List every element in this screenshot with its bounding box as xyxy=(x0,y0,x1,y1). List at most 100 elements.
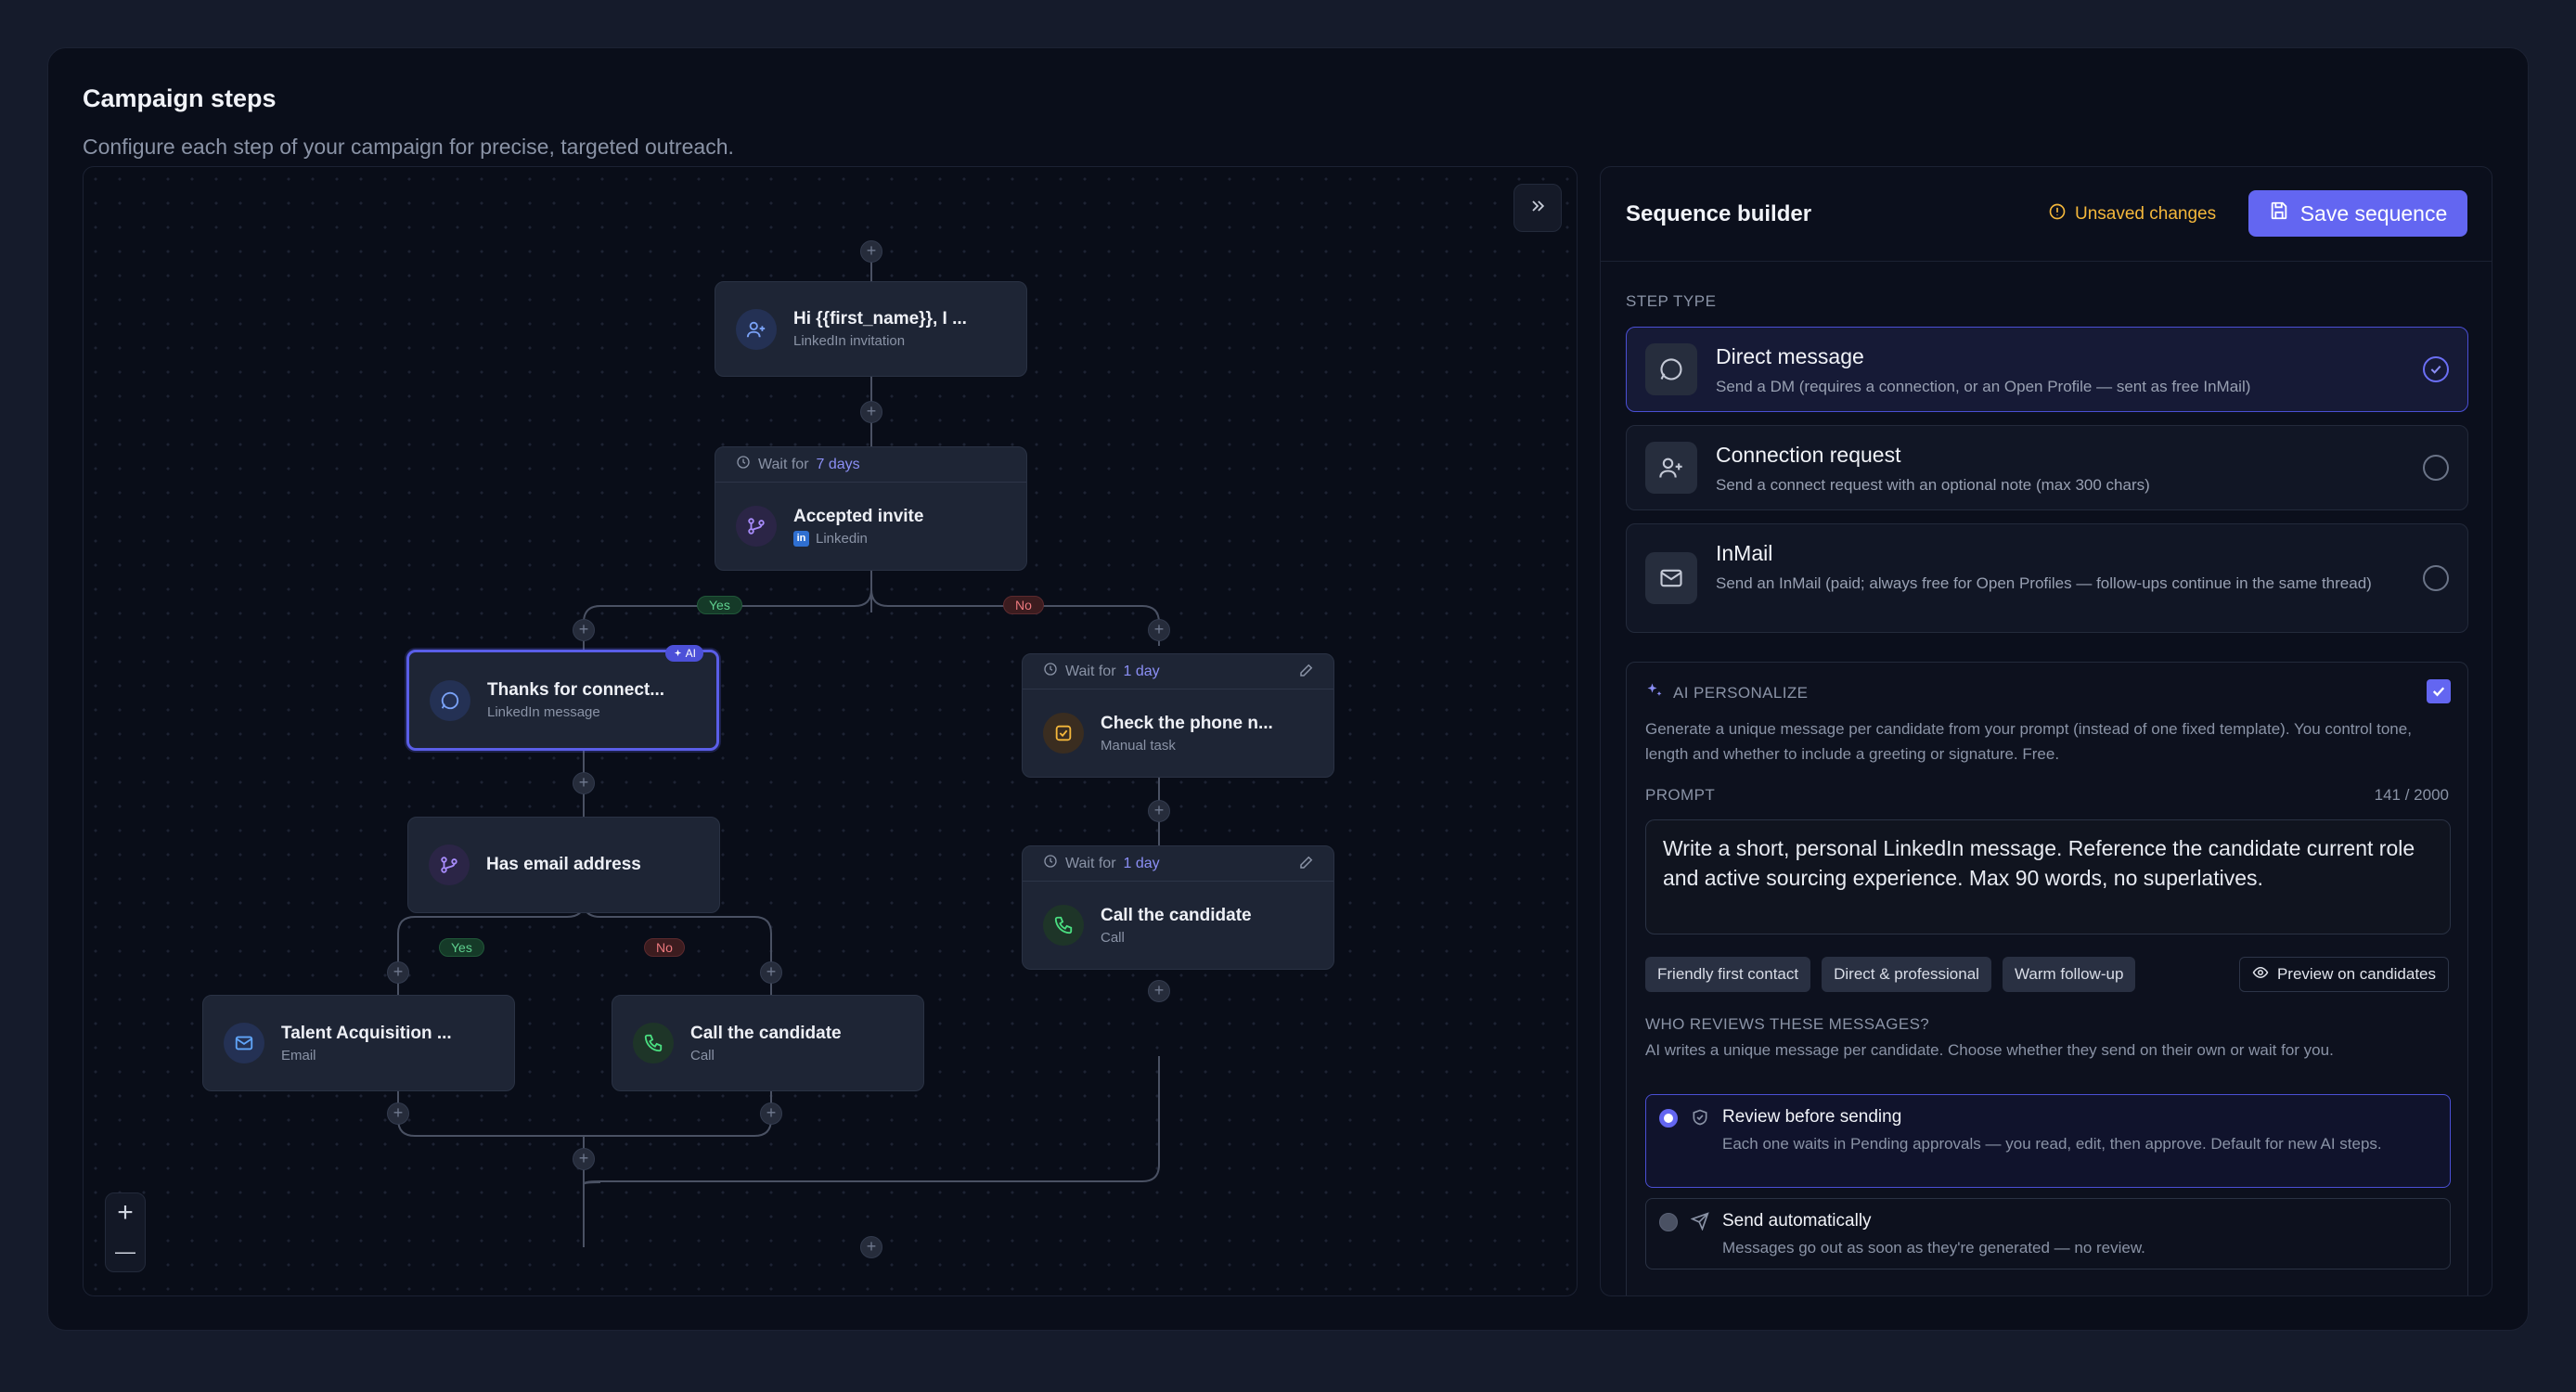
step-type-title: Connection request xyxy=(1716,443,1901,467)
clock-icon xyxy=(1043,662,1058,681)
phone-icon xyxy=(633,1023,674,1063)
add-step-button[interactable]: + xyxy=(760,1102,782,1125)
step-type-connection-request[interactable]: Connection request Send a connect reques… xyxy=(1626,425,2468,510)
add-step-button[interactable]: + xyxy=(387,1102,409,1125)
prompt-label: PROMPT xyxy=(1645,786,1716,804)
node-title: Has email address xyxy=(486,855,641,874)
ai-badge-label: AI xyxy=(685,647,696,660)
node-title: Thanks for connect... xyxy=(487,680,665,700)
add-step-button[interactable]: + xyxy=(760,961,782,984)
step-type-desc: Send an InMail (paid; always free for Op… xyxy=(1716,574,2372,592)
flow-canvas[interactable]: + Hi {{first_name}}, I ... LinkedIn invit… xyxy=(83,166,1578,1296)
sparkles-icon xyxy=(1645,681,1664,704)
unsaved-indicator: Unsaved changes xyxy=(2048,202,2216,226)
message-icon xyxy=(430,679,470,721)
node-call-candidate-right[interactable]: Wait for 1 day Call the candidate Call xyxy=(1022,845,1334,970)
chevrons-right-icon xyxy=(1528,197,1547,220)
radio-button[interactable] xyxy=(2423,565,2449,591)
wait-value: 1 day xyxy=(1123,663,1160,679)
linkedin-icon: in xyxy=(793,530,809,547)
radio-button[interactable] xyxy=(1659,1213,1678,1231)
node-linkedin-invitation[interactable]: Hi {{first_name}}, I ... LinkedIn invitat… xyxy=(715,281,1027,377)
option-desc: Each one waits in Pending approvals — yo… xyxy=(1722,1135,2382,1153)
mail-icon xyxy=(1645,552,1697,604)
user-plus-icon xyxy=(736,308,777,350)
divider xyxy=(1601,261,2492,262)
preset-chip[interactable]: Direct & professional xyxy=(1822,957,1991,992)
node-has-email[interactable]: Has email address xyxy=(407,817,720,913)
node-call-candidate[interactable]: Call the candidate Call xyxy=(612,995,924,1091)
prompt-char-count: 141 / 2000 xyxy=(2374,786,2449,804)
node-title: Talent Acquisition ... xyxy=(281,1023,452,1043)
save-label: Save sequence xyxy=(2299,200,2448,226)
radio-selected[interactable] xyxy=(1659,1109,1678,1128)
message-icon xyxy=(1645,343,1697,395)
wait-value: 1 day xyxy=(1123,855,1160,871)
shield-check-icon xyxy=(1691,1108,1709,1131)
add-step-button[interactable]: + xyxy=(1148,980,1170,1002)
branch-no-label: No xyxy=(644,938,685,957)
option-title: Review before sending xyxy=(1722,1107,1902,1127)
zoom-controls: + — xyxy=(105,1192,146,1272)
prompt-textarea[interactable]: Write a short, personal LinkedIn message… xyxy=(1645,819,2451,934)
node-check-phone[interactable]: Wait for 1 day Check the phone n... Manual… xyxy=(1022,653,1334,778)
add-step-button[interactable]: + xyxy=(1148,800,1170,822)
node-subtitle: LinkedIn message xyxy=(487,704,600,720)
add-step-button[interactable]: + xyxy=(573,619,595,641)
option-title: Send automatically xyxy=(1722,1211,1872,1231)
check-circle-icon[interactable] xyxy=(2423,356,2449,382)
add-step-button[interactable]: + xyxy=(860,401,882,423)
ai-personalize-checkbox[interactable] xyxy=(2427,679,2451,703)
save-sequence-button[interactable]: Save sequence xyxy=(2248,190,2467,237)
branch-yes-label: Yes xyxy=(697,596,742,614)
add-step-button[interactable]: + xyxy=(573,772,595,794)
option-send-automatically[interactable]: Send automatically Messages go out as so… xyxy=(1645,1198,2451,1270)
wait-label: Wait for xyxy=(1065,855,1116,871)
step-type-direct-message[interactable]: Direct message Send a DM (requires a con… xyxy=(1626,327,2468,412)
sidebar-title: Sequence builder xyxy=(1626,201,1812,226)
unsaved-label: Unsaved changes xyxy=(2075,204,2217,224)
node-title: Call the candidate xyxy=(690,1023,842,1043)
collapse-panel-button[interactable] xyxy=(1513,184,1562,232)
page-title: Campaign steps xyxy=(83,84,277,112)
edit-icon[interactable] xyxy=(1298,854,1315,875)
node-title: Accepted invite xyxy=(793,506,924,526)
preview-on-candidates-button[interactable]: Preview on candidates xyxy=(2238,957,2449,992)
add-step-button[interactable]: + xyxy=(1148,619,1170,641)
ai-badge: AI xyxy=(664,645,703,662)
preset-chip[interactable]: Warm follow-up xyxy=(2002,957,2136,992)
preset-chip[interactable]: Friendly first contact xyxy=(1645,957,1811,992)
step-type-desc: Send a DM (requires a connection, or an … xyxy=(1716,378,2251,395)
node-talent-email[interactable]: Talent Acquisition ... Email xyxy=(202,995,515,1091)
save-icon xyxy=(2269,200,2289,226)
node-accepted-invite[interactable]: Wait for 7 days Accepted invite in Linkedin xyxy=(715,446,1027,571)
zoom-in-button[interactable]: + xyxy=(106,1193,145,1232)
add-step-button[interactable]: + xyxy=(387,961,409,984)
mail-icon xyxy=(224,1023,264,1063)
who-reviews-label: WHO REVIEWS THESE MESSAGES? xyxy=(1645,1015,1930,1033)
node-title: Check the phone n... xyxy=(1101,713,1273,733)
node-subtitle: LinkedIn invitation xyxy=(793,333,906,349)
branch-icon xyxy=(429,844,470,885)
clock-icon xyxy=(1043,854,1058,873)
radio-button[interactable] xyxy=(2423,455,2449,481)
add-step-button[interactable]: + xyxy=(860,240,882,263)
step-type-inmail[interactable]: InMail Send an InMail (paid; always free… xyxy=(1626,523,2468,633)
wait-label: Wait for xyxy=(758,456,809,472)
send-icon xyxy=(1690,1212,1709,1235)
alert-circle-icon xyxy=(2048,202,2067,226)
add-step-button[interactable]: + xyxy=(860,1236,882,1258)
sequence-builder-panel: Sequence builder Unsaved changes Save se… xyxy=(1600,166,2492,1296)
preview-label: Preview on candidates xyxy=(2276,965,2436,983)
task-icon xyxy=(1043,713,1084,754)
node-thanks-message[interactable]: AI Thanks for connect... LinkedIn message xyxy=(406,645,719,751)
edit-icon[interactable] xyxy=(1298,662,1315,683)
ai-personalize-label: AI PERSONALIZE xyxy=(1673,683,1809,702)
who-reviews-desc: AI writes a unique message per candidate… xyxy=(1645,1041,2334,1059)
node-subtitle: Call xyxy=(1101,929,1125,946)
option-review-before-sending[interactable]: Review before sending Each one waits in … xyxy=(1645,1094,2451,1188)
zoom-out-button[interactable]: — xyxy=(106,1232,145,1271)
prompt-presets: Friendly first contact Direct & professi… xyxy=(1645,957,2136,992)
add-step-button[interactable]: + xyxy=(573,1148,595,1170)
step-type-title: Direct message xyxy=(1716,344,1864,368)
